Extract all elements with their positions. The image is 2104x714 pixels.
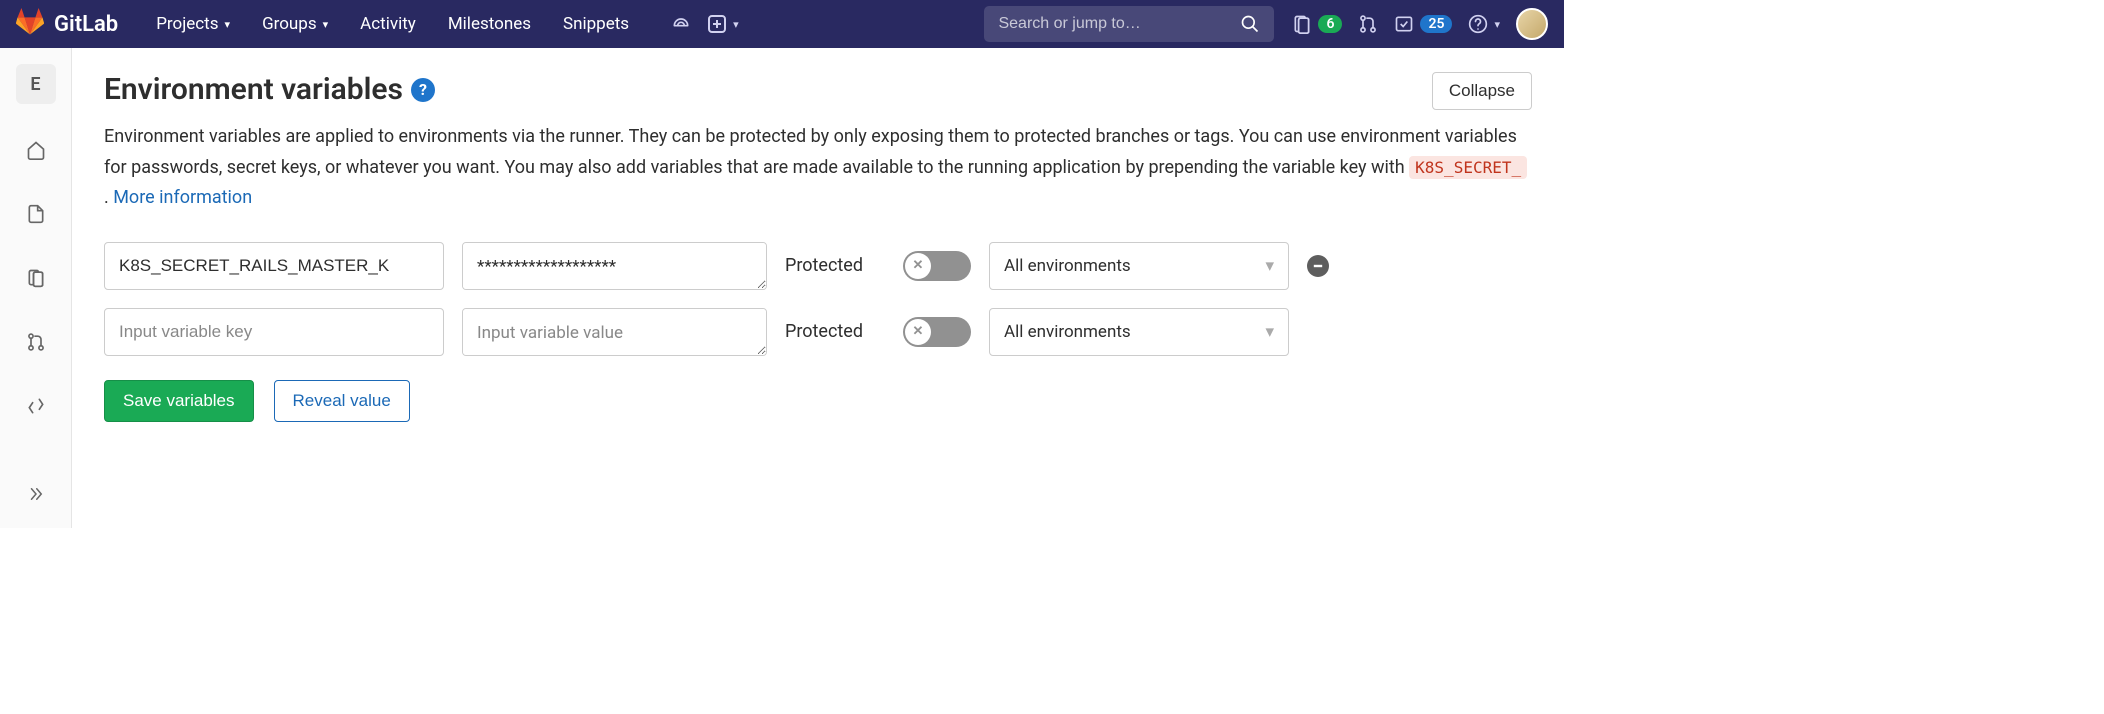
- sidebar-issues-icon[interactable]: [18, 260, 54, 296]
- nav-projects[interactable]: Projects ▾: [142, 6, 244, 42]
- variable-row: ******************* Protected ✕ All envi…: [104, 242, 1532, 290]
- variable-value-input[interactable]: [462, 308, 767, 356]
- merge-requests-link[interactable]: [1350, 8, 1386, 40]
- protected-toggle[interactable]: ✕: [903, 317, 971, 347]
- sidebar-cicd-icon[interactable]: [18, 388, 54, 424]
- chevron-down-icon: ▾: [323, 18, 329, 31]
- more-information-link[interactable]: More information: [113, 187, 252, 208]
- todos-link[interactable]: 25: [1386, 8, 1460, 40]
- protected-label: Protected: [785, 321, 885, 342]
- chevron-down-icon: ▾: [1265, 322, 1274, 342]
- variable-key-input[interactable]: [104, 308, 444, 356]
- issues-link[interactable]: 6: [1284, 8, 1350, 40]
- help-icon[interactable]: ?: [411, 78, 435, 102]
- section-title: Environment variables ?: [104, 72, 435, 107]
- action-buttons: Save variables Reveal value: [104, 380, 1532, 422]
- chevron-down-icon: ▾: [1265, 256, 1274, 276]
- nav-snippets[interactable]: Snippets: [549, 6, 643, 42]
- new-dropdown[interactable]: ▾: [699, 8, 747, 40]
- sidebar-merge-requests-icon[interactable]: [18, 324, 54, 360]
- nav-milestones[interactable]: Milestones: [434, 6, 545, 42]
- search-icon: [1240, 14, 1260, 34]
- gitlab-logo-icon: [16, 8, 44, 40]
- remove-variable-button[interactable]: [1307, 255, 1329, 277]
- project-avatar[interactable]: E: [16, 64, 56, 104]
- chevron-down-icon: ▾: [1494, 18, 1500, 31]
- save-variables-button[interactable]: Save variables: [104, 380, 254, 422]
- main-content: Environment variables ? Collapse Environ…: [72, 48, 1564, 528]
- variable-value-input[interactable]: *******************: [462, 242, 767, 290]
- brand-name: GitLab: [54, 12, 118, 37]
- reveal-value-button[interactable]: Reveal value: [274, 380, 410, 422]
- toggle-knob: ✕: [905, 319, 931, 345]
- search-input[interactable]: [998, 15, 1240, 33]
- code-prefix: K8S_SECRET_: [1409, 156, 1527, 179]
- protected-label: Protected: [785, 255, 885, 276]
- issues-count-badge: 6: [1318, 15, 1342, 33]
- nav-items: Projects ▾ Groups ▾ Activity Milestones …: [142, 6, 643, 42]
- environment-select[interactable]: All environments ▾: [989, 308, 1289, 356]
- toggle-knob: ✕: [905, 253, 931, 279]
- project-sidebar: E: [0, 48, 72, 528]
- sidebar-home-icon[interactable]: [18, 132, 54, 168]
- brand-section[interactable]: GitLab: [16, 8, 118, 40]
- sidebar-repository-icon[interactable]: [18, 196, 54, 232]
- collapse-button[interactable]: Collapse: [1432, 72, 1532, 110]
- todos-count-badge: 25: [1420, 15, 1452, 33]
- sidebar-expand-icon[interactable]: [18, 476, 54, 512]
- user-avatar[interactable]: [1516, 8, 1548, 40]
- search-box[interactable]: [984, 6, 1274, 42]
- help-dropdown[interactable]: ▾: [1460, 8, 1508, 40]
- chevron-down-icon: ▾: [733, 18, 739, 31]
- protected-toggle[interactable]: ✕: [903, 251, 971, 281]
- section-description: Environment variables are applied to env…: [104, 122, 1532, 214]
- nav-activity[interactable]: Activity: [346, 6, 430, 42]
- chevron-down-icon: ▾: [225, 18, 231, 31]
- variable-row: Protected ✕ All environments ▾: [104, 308, 1532, 356]
- operations-dashboard-icon[interactable]: [663, 8, 699, 40]
- nav-groups[interactable]: Groups ▾: [248, 6, 342, 42]
- variable-key-input[interactable]: [104, 242, 444, 290]
- top-navigation: GitLab Projects ▾ Groups ▾ Activity Mile…: [0, 0, 1564, 48]
- environment-select[interactable]: All environments ▾: [989, 242, 1289, 290]
